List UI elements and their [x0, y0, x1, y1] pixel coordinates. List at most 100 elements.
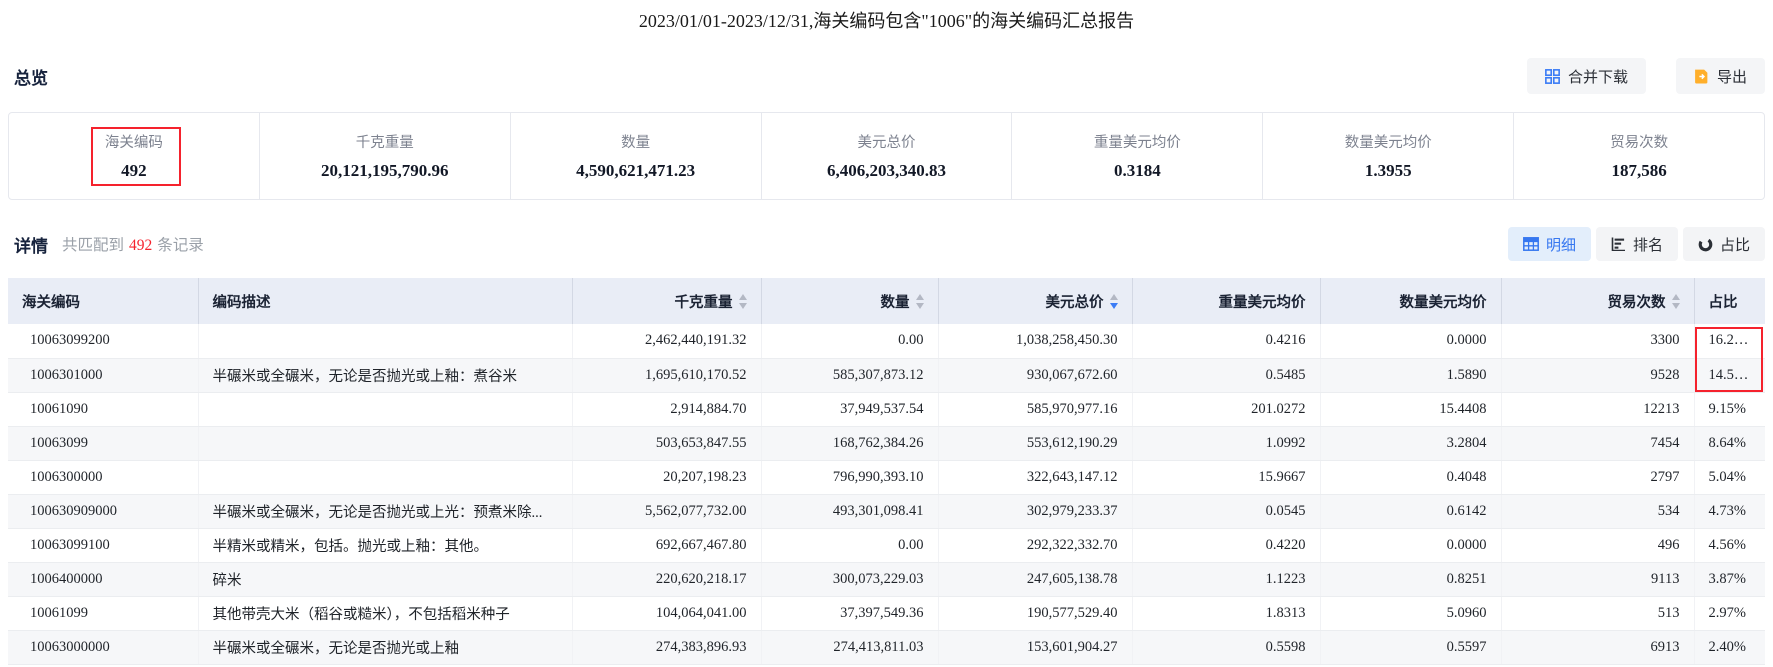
details-heading: 详情	[14, 232, 48, 257]
cell-qty: 796,990,393.10	[761, 460, 938, 494]
cell-qty-avg: 0.8251	[1320, 562, 1501, 596]
merge-download-label: 合并下载	[1568, 66, 1628, 87]
cell-qty-avg: 0.0000	[1320, 324, 1501, 358]
cell-usd: 930,067,672.60	[938, 358, 1132, 392]
summary-card-qty-usd-avg: 数量美元均价 1.3955	[1262, 113, 1513, 199]
col-header-qty-usd-avg: 数量美元均价	[1320, 278, 1501, 324]
cell-kg: 220,620,218.17	[572, 562, 761, 596]
col-header-usd-total[interactable]: 美元总价	[938, 278, 1132, 324]
col-header-trade-count[interactable]: 贸易次数	[1501, 278, 1694, 324]
table-row: 1006400000 碎米 220,620,218.17 300,073,229…	[8, 562, 1765, 596]
cell-kg-avg: 201.0272	[1132, 392, 1320, 426]
cell-qty-avg: 15.4408	[1320, 392, 1501, 426]
summary-card-customs-code: 海关编码 492	[9, 113, 259, 199]
sort-icon	[739, 294, 747, 309]
col-label: 数量	[881, 291, 910, 312]
cell-qty-avg: 0.0000	[1320, 528, 1501, 562]
col-label: 贸易次数	[1608, 291, 1666, 312]
col-label: 重量美元均价	[1219, 291, 1306, 312]
cell-usd: 153,601,904.27	[938, 630, 1132, 664]
table-row: 10061090 2,914,884.70 37,949,537.54 585,…	[8, 392, 1765, 426]
match-prefix: 共匹配到	[62, 237, 124, 254]
cell-qty: 0.00	[761, 528, 938, 562]
summary-card-weight-usd-avg: 重量美元均价 0.3184	[1011, 113, 1262, 199]
col-header-kg-weight[interactable]: 千克重量	[572, 278, 761, 324]
table-row: 10063000000 半碾米或全碾米，无论是否抛光或上釉 274,383,89…	[8, 630, 1765, 664]
cell-trades: 2797	[1501, 460, 1694, 494]
table-row: 1006301000 半碾米或全碾米，无论是否抛光或上釉：煮谷米 1,695,6…	[8, 358, 1765, 392]
match-count: 492	[124, 237, 157, 254]
cell-kg-avg: 0.4220	[1132, 528, 1320, 562]
view-tabs: 明细 排名 占比	[1508, 227, 1765, 261]
cell-kg-avg: 0.4216	[1132, 324, 1320, 358]
cell-desc: 半碾米或全碾米，无论是否抛光或上釉	[198, 630, 572, 664]
cell-trades: 9113	[1501, 562, 1694, 596]
cell-kg-avg: 0.5598	[1132, 630, 1320, 664]
match-suffix: 条记录	[157, 237, 204, 254]
col-header-description: 编码描述	[198, 278, 572, 324]
summary-card-label: 重量美元均价	[1094, 131, 1181, 152]
summary-card-kg-weight: 千克重量 20,121,195,790.96	[259, 113, 510, 199]
summary-card-value: 492	[121, 161, 147, 181]
cell-desc: 碎米	[198, 562, 572, 596]
overview-heading: 总览	[14, 64, 48, 89]
cell-usd: 585,970,977.16	[938, 392, 1132, 426]
sort-icon	[916, 294, 924, 309]
table-row: 10063099100 半精米或精米，包括。抛光或上釉：其他。 692,667,…	[8, 528, 1765, 562]
export-button[interactable]: 导出	[1676, 58, 1765, 94]
tab-detail[interactable]: 明细	[1508, 227, 1591, 261]
cell-qty: 274,413,811.03	[761, 630, 938, 664]
summary-card-label: 千克重量	[356, 131, 414, 152]
tab-ranking-label: 排名	[1633, 234, 1663, 255]
merge-download-button[interactable]: 合并下载	[1527, 58, 1646, 94]
tab-proportion[interactable]: 占比	[1683, 227, 1765, 261]
cell-trades: 496	[1501, 528, 1694, 562]
cell-kg-avg: 0.0545	[1132, 494, 1320, 528]
cell-kg: 274,383,896.93	[572, 630, 761, 664]
cell-code: 10061090	[8, 392, 198, 426]
cell-code: 1006300000	[8, 460, 198, 494]
cell-usd: 553,612,190.29	[938, 426, 1132, 460]
col-label: 千克重量	[675, 291, 733, 312]
cell-kg: 2,914,884.70	[572, 392, 761, 426]
cell-qty: 37,397,549.36	[761, 596, 938, 630]
cell-desc: 半碾米或全碾米，无论是否抛光或上光：预煮米除...	[198, 494, 572, 528]
match-summary: 共匹配到492条记录	[62, 233, 204, 255]
col-label: 占比	[1709, 291, 1738, 312]
cell-pct: 4.56%	[1694, 528, 1765, 562]
cell-qty-avg: 0.4048	[1320, 460, 1501, 494]
cell-qty-avg: 1.5890	[1320, 358, 1501, 392]
cell-trades: 12213	[1501, 392, 1694, 426]
cell-pct: 5.04%	[1694, 460, 1765, 494]
table-header-row: 海关编码 编码描述 千克重量 数量 美元总价 重量美元均价 数量美元均价 贸易次…	[8, 278, 1765, 324]
cell-usd: 302,979,233.37	[938, 494, 1132, 528]
cell-pct: 16.21%	[1694, 324, 1765, 358]
col-header-quantity[interactable]: 数量	[761, 278, 938, 324]
cell-kg: 1,695,610,170.52	[572, 358, 761, 392]
ranking-icon	[1611, 237, 1626, 251]
summary-card-label: 美元总价	[858, 131, 916, 152]
cell-pct: 14.52%	[1694, 358, 1765, 392]
export-label: 导出	[1717, 66, 1747, 87]
cell-qty: 493,301,098.41	[761, 494, 938, 528]
cell-qty-avg: 0.6142	[1320, 494, 1501, 528]
cell-trades: 513	[1501, 596, 1694, 630]
summary-card-label: 贸易次数	[1610, 131, 1668, 152]
overview-toolbar: 总览 合并下载 导出	[14, 56, 1765, 96]
col-label: 编码描述	[213, 291, 271, 312]
cell-kg-avg: 15.9667	[1132, 460, 1320, 494]
cell-desc	[198, 460, 572, 494]
cell-usd: 322,643,147.12	[938, 460, 1132, 494]
cell-desc	[198, 426, 572, 460]
summary-card-value: 20,121,195,790.96	[321, 161, 449, 181]
cell-code: 1006400000	[8, 562, 198, 596]
details-toolbar: 详情 共匹配到492条记录 明细 排名	[14, 226, 1765, 262]
table-row: 1006300000 20,207,198.23 796,990,393.10 …	[8, 460, 1765, 494]
summary-card-value: 187,586	[1611, 161, 1666, 181]
tab-proportion-label: 占比	[1720, 234, 1750, 255]
cell-code: 10061099	[8, 596, 198, 630]
cell-qty: 37,949,537.54	[761, 392, 938, 426]
table-row: 10063099 503,653,847.55 168,762,384.26 5…	[8, 426, 1765, 460]
tab-ranking[interactable]: 排名	[1596, 227, 1678, 261]
summary-card-quantity: 数量 4,590,621,471.23	[510, 113, 761, 199]
